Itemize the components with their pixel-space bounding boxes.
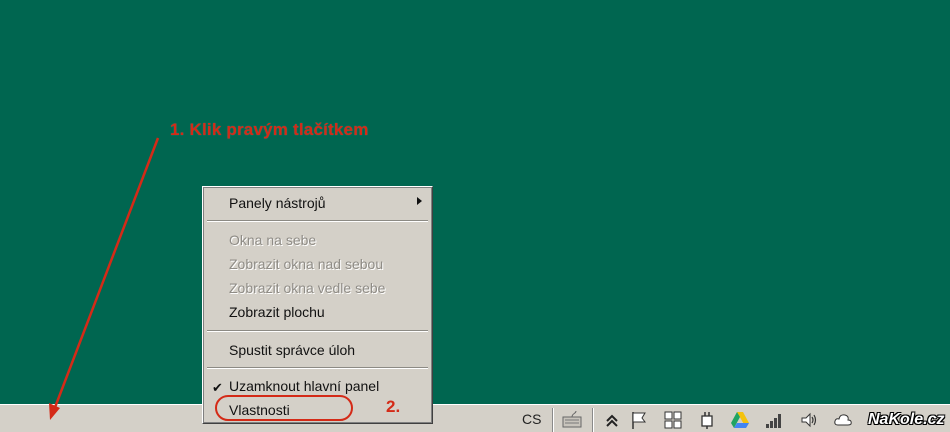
menu-item-show-desktop[interactable]: Zobrazit plochu bbox=[229, 304, 325, 320]
menu-separator bbox=[207, 330, 428, 332]
google-drive-icon[interactable] bbox=[730, 410, 750, 430]
menu-separator bbox=[207, 367, 428, 369]
menu-item-cascade: Okna na sebe bbox=[229, 232, 317, 248]
keyboard-icon[interactable] bbox=[562, 410, 582, 430]
taskbar[interactable]: CS NaKole.cz bbox=[0, 404, 950, 432]
power-plug-icon[interactable] bbox=[697, 410, 717, 430]
menu-item-side-by-side: Zobrazit okna vedle sebe bbox=[229, 280, 386, 296]
chevron-up-icon[interactable] bbox=[602, 410, 622, 430]
menu-item-stack: Zobrazit okna nad sebou bbox=[229, 256, 384, 272]
taskbar-separator bbox=[592, 408, 594, 432]
submenu-arrow-icon bbox=[417, 197, 422, 205]
flag-icon[interactable] bbox=[629, 410, 649, 430]
cloud-icon[interactable] bbox=[833, 410, 853, 430]
volume-icon[interactable] bbox=[800, 410, 820, 430]
menu-item-lock-taskbar[interactable]: Uzamknout hlavní panel bbox=[229, 378, 379, 394]
taskbar-separator bbox=[552, 408, 554, 432]
taskbar-context-menu: Panely nástrojů Okna na sebe Zobrazit ok… bbox=[202, 186, 433, 424]
language-indicator[interactable]: CS bbox=[522, 411, 541, 427]
menu-separator bbox=[207, 220, 428, 222]
menu-item-task-manager[interactable]: Spustit správce úloh bbox=[229, 342, 355, 358]
watermark: NaKole.cz bbox=[868, 411, 945, 428]
menu-item-toolbars[interactable]: Panely nástrojů bbox=[229, 195, 326, 211]
windows-icon[interactable] bbox=[663, 410, 683, 430]
highlight-oval bbox=[215, 395, 353, 421]
signal-icon[interactable] bbox=[764, 410, 784, 430]
desktop bbox=[0, 0, 950, 404]
checkmark-icon: ✔ bbox=[212, 380, 223, 395]
